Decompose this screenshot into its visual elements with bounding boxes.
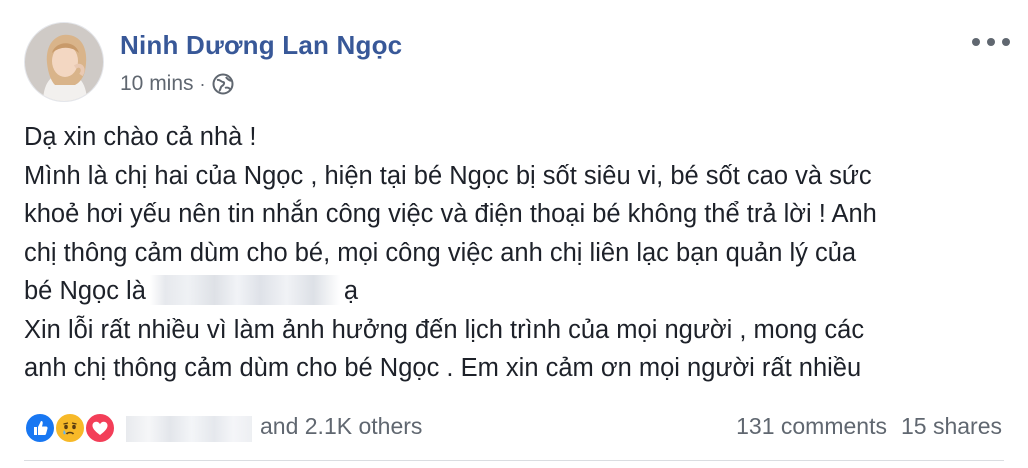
- comments-count-link[interactable]: 131 comments: [736, 413, 887, 440]
- love-icon[interactable]: [84, 412, 116, 444]
- post-line: chị thông cảm dùm cho bé, mọi công việc …: [24, 238, 857, 267]
- meta-separator: ·: [199, 73, 206, 94]
- post-line-part: ạ: [343, 277, 359, 305]
- reaction-others-link[interactable]: and 2.1K others: [260, 413, 422, 440]
- more-horizontal-icon-dot: [972, 38, 980, 46]
- avatar[interactable]: [24, 22, 104, 102]
- redacted-phone-blur: [149, 275, 340, 306]
- post-body: Dạ xin chào cả nhà ! Mình là chị hai của…: [24, 118, 1004, 388]
- sad-icon[interactable]: [54, 412, 86, 444]
- redacted-name-blur: [126, 416, 252, 442]
- timestamp[interactable]: 10 mins: [120, 72, 194, 96]
- post-line: Mình là chị hai của Ngọc , hiện tại bé N…: [24, 161, 872, 190]
- globe-icon[interactable]: [212, 73, 234, 95]
- post-line: Dạ xin chào cả nhà !: [24, 123, 257, 151]
- post-line: anh chị thông cảm dùm cho bé Ngọc . Em x…: [24, 354, 862, 382]
- reactions-bar: and 2.1K others 131 comments 15 shares: [24, 408, 1004, 448]
- author-name[interactable]: Ninh Dương Lan Ngọc: [120, 30, 402, 61]
- shares-count-link[interactable]: 15 shares: [901, 413, 1002, 440]
- like-icon[interactable]: [24, 412, 56, 444]
- post-line: bé Ngọc là ạ: [24, 272, 1004, 311]
- post-line: Xin lỗi rất nhiều vì làm ảnh hưởng đến l…: [24, 315, 865, 344]
- divider: [24, 460, 1004, 461]
- reaction-icons[interactable]: [24, 412, 124, 444]
- post-meta: 10 mins ·: [120, 70, 234, 98]
- more-horizontal-icon-dot: [1002, 38, 1010, 46]
- more-horizontal-icon-dot: [987, 38, 995, 46]
- more-options-button[interactable]: [972, 32, 1010, 52]
- facebook-post: Ninh Dương Lan Ngọc 10 mins · Dạ xin chà…: [0, 0, 1028, 468]
- avatar-photo: [25, 23, 103, 101]
- post-stats: 131 comments 15 shares: [736, 413, 1002, 440]
- post-line-part: bé Ngọc là: [24, 277, 146, 305]
- post-line: khoẻ hơi yếu nên tin nhắn công việc và đ…: [24, 200, 877, 228]
